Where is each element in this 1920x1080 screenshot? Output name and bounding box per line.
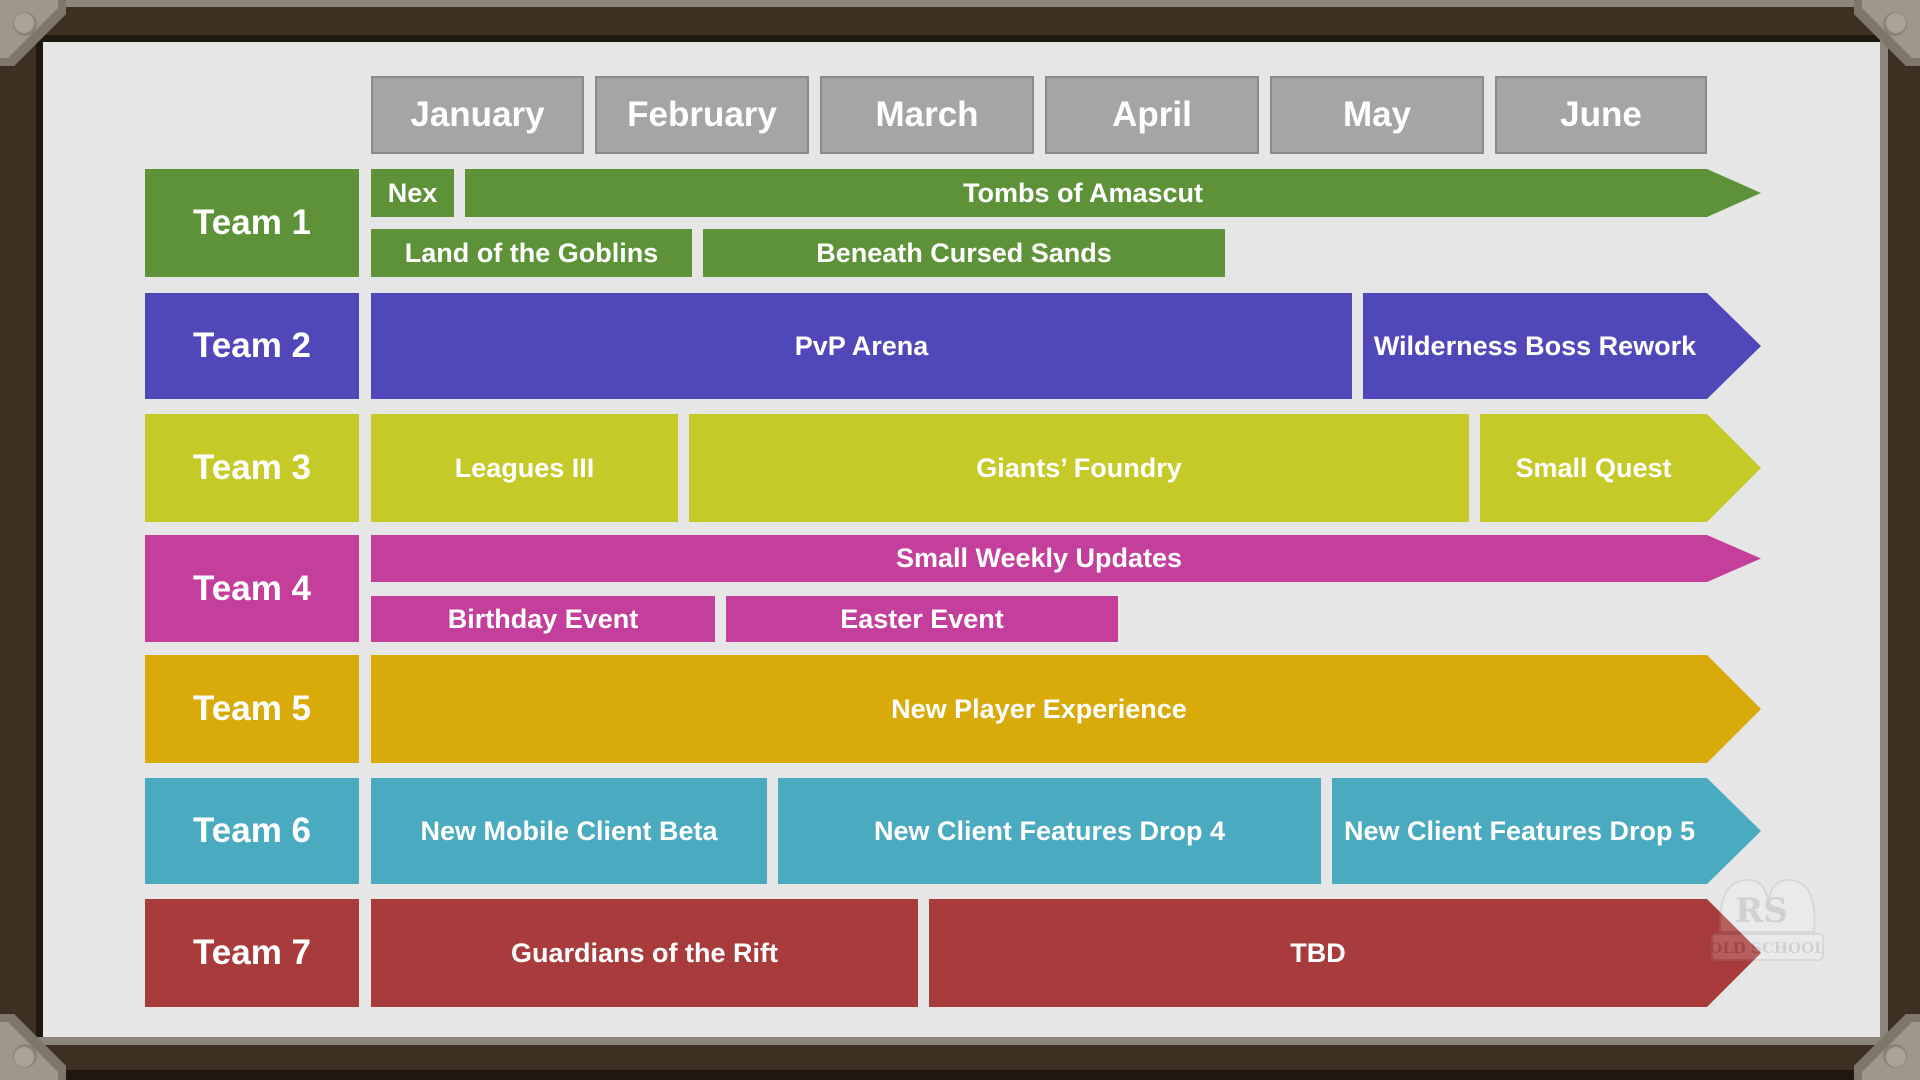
corner-bracket-icon: [1854, 0, 1920, 66]
project-bar: Guardians of the Rift: [371, 899, 918, 1007]
month-header-january: January: [371, 76, 584, 154]
project-bar: Land of the Goblins: [371, 229, 692, 277]
project-bar-arrow: Small Weekly Updates: [371, 535, 1761, 582]
project-bar: Beneath Cursed Sands: [703, 229, 1225, 277]
oldschool-watermark-logo: RS OLD SCHOOL: [1709, 872, 1825, 982]
project-bar-arrow: Wilderness Boss Rework: [1363, 293, 1761, 399]
frame-bottom-edge: [36, 1037, 1888, 1045]
project-bar: Nex: [371, 169, 454, 217]
team-label: Team 4: [145, 535, 359, 642]
team-label: Team 6: [145, 778, 359, 884]
watermark-mark: RS: [1735, 891, 1788, 931]
frame-bottom-shadow: [0, 1070, 1920, 1080]
team-label: Team 7: [145, 899, 359, 1007]
month-header-june: June: [1495, 76, 1707, 154]
project-bar: Birthday Event: [371, 596, 715, 642]
frame-right-edge: [1880, 35, 1888, 1045]
project-bar: New Client Features Drop 4: [778, 778, 1321, 884]
month-header-february: February: [595, 76, 809, 154]
team-label: Team 2: [145, 293, 359, 399]
project-bar: PvP Arena: [371, 293, 1352, 399]
frame-inner-shadow-top: [36, 35, 1888, 42]
corner-bracket-icon: [0, 1014, 66, 1080]
project-bar-arrow: TBD: [929, 899, 1761, 1007]
project-bar: Leagues III: [371, 414, 678, 522]
project-bar-arrow: Small Quest: [1480, 414, 1761, 522]
month-header-march: March: [820, 76, 1034, 154]
frame-top-edge: [0, 0, 1920, 7]
month-header-april: April: [1045, 76, 1259, 154]
corner-bracket-icon: [0, 0, 66, 66]
project-bar-arrow: New Player Experience: [371, 655, 1761, 763]
team-label: Team 5: [145, 655, 359, 763]
team-label: Team 1: [145, 169, 359, 277]
team-label: Team 3: [145, 414, 359, 522]
project-bar-arrow: New Client Features Drop 5: [1332, 778, 1761, 884]
month-header-may: May: [1270, 76, 1484, 154]
project-bar: Giants’ Foundry: [689, 414, 1469, 522]
project-bar: New Mobile Client Beta: [371, 778, 767, 884]
project-bar-arrow: Tombs of Amascut: [465, 169, 1761, 217]
corner-bracket-icon: [1854, 1014, 1920, 1080]
watermark-text: OLD SCHOOL: [1710, 939, 1825, 957]
frame-inner-shadow-left: [36, 35, 43, 1045]
project-bar: Easter Event: [726, 596, 1118, 642]
